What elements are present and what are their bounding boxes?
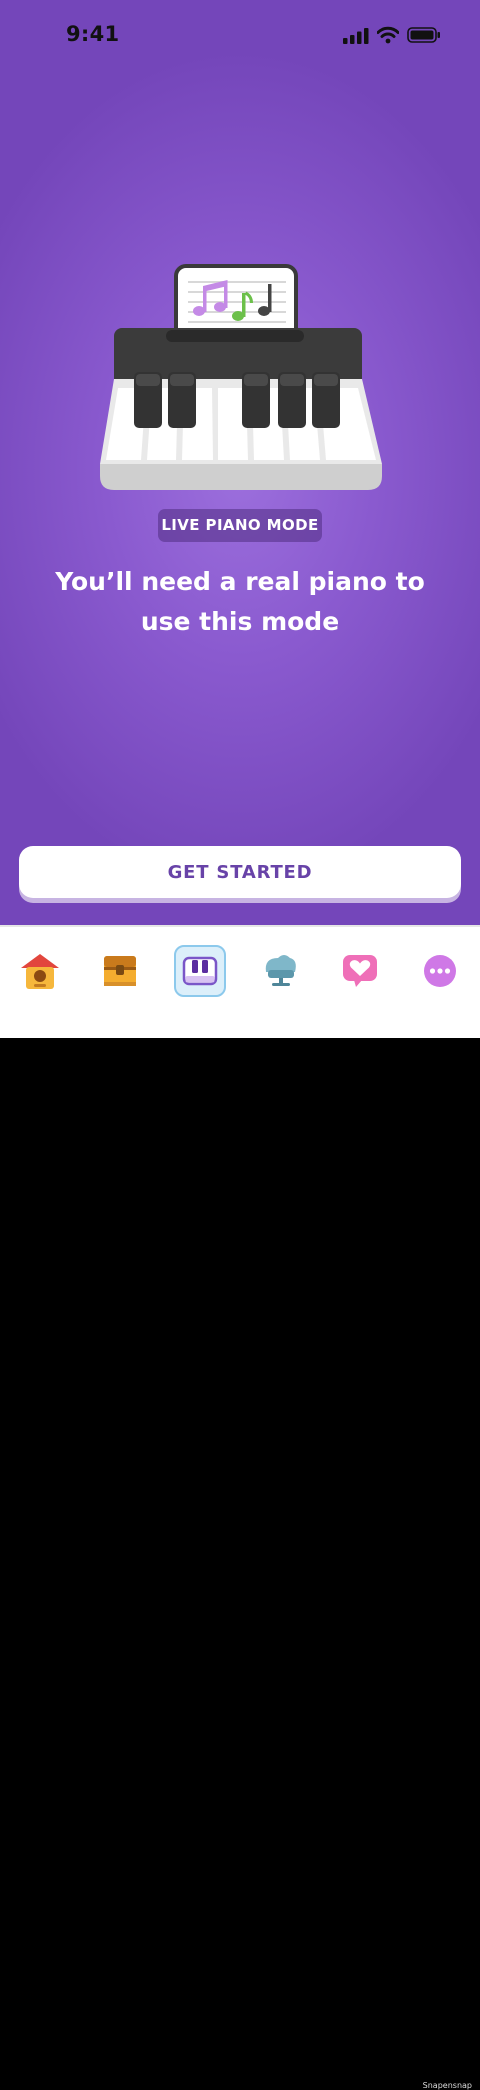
piano-illustration (100, 264, 382, 490)
watermark: Snapensnap (422, 2081, 472, 2090)
more-icon (424, 955, 456, 987)
cellular-signal-icon (343, 28, 369, 44)
mode-badge: LIVE PIANO MODE (158, 509, 322, 542)
tab-chest[interactable] (94, 945, 146, 997)
tab-grand-piano[interactable] (254, 945, 306, 997)
page-headline: You’ll need a real piano to use this mod… (55, 567, 425, 636)
home-icon (21, 954, 59, 989)
tab-home[interactable] (14, 945, 66, 997)
tab-profile[interactable] (334, 945, 386, 997)
bottom-tab-bar (0, 925, 480, 1038)
status-bar: 9:41 (0, 0, 480, 70)
status-time: 9:41 (66, 22, 120, 46)
battery-icon (407, 27, 440, 43)
get-started-button[interactable]: GET STARTED (19, 846, 461, 898)
heart-message-icon (343, 955, 377, 987)
tab-more[interactable] (414, 945, 466, 997)
grand-piano-icon (265, 955, 296, 986)
system-bottom-bar: Snapensnap (0, 1038, 480, 2090)
treasure-chest-icon (104, 956, 136, 986)
tab-piano[interactable] (174, 945, 226, 997)
piano-keys-icon (182, 956, 218, 986)
piano-mode-screen: 9:41 LIVE PIANO MODE You’ll need a real … (0, 0, 480, 925)
wifi-icon (377, 26, 399, 44)
